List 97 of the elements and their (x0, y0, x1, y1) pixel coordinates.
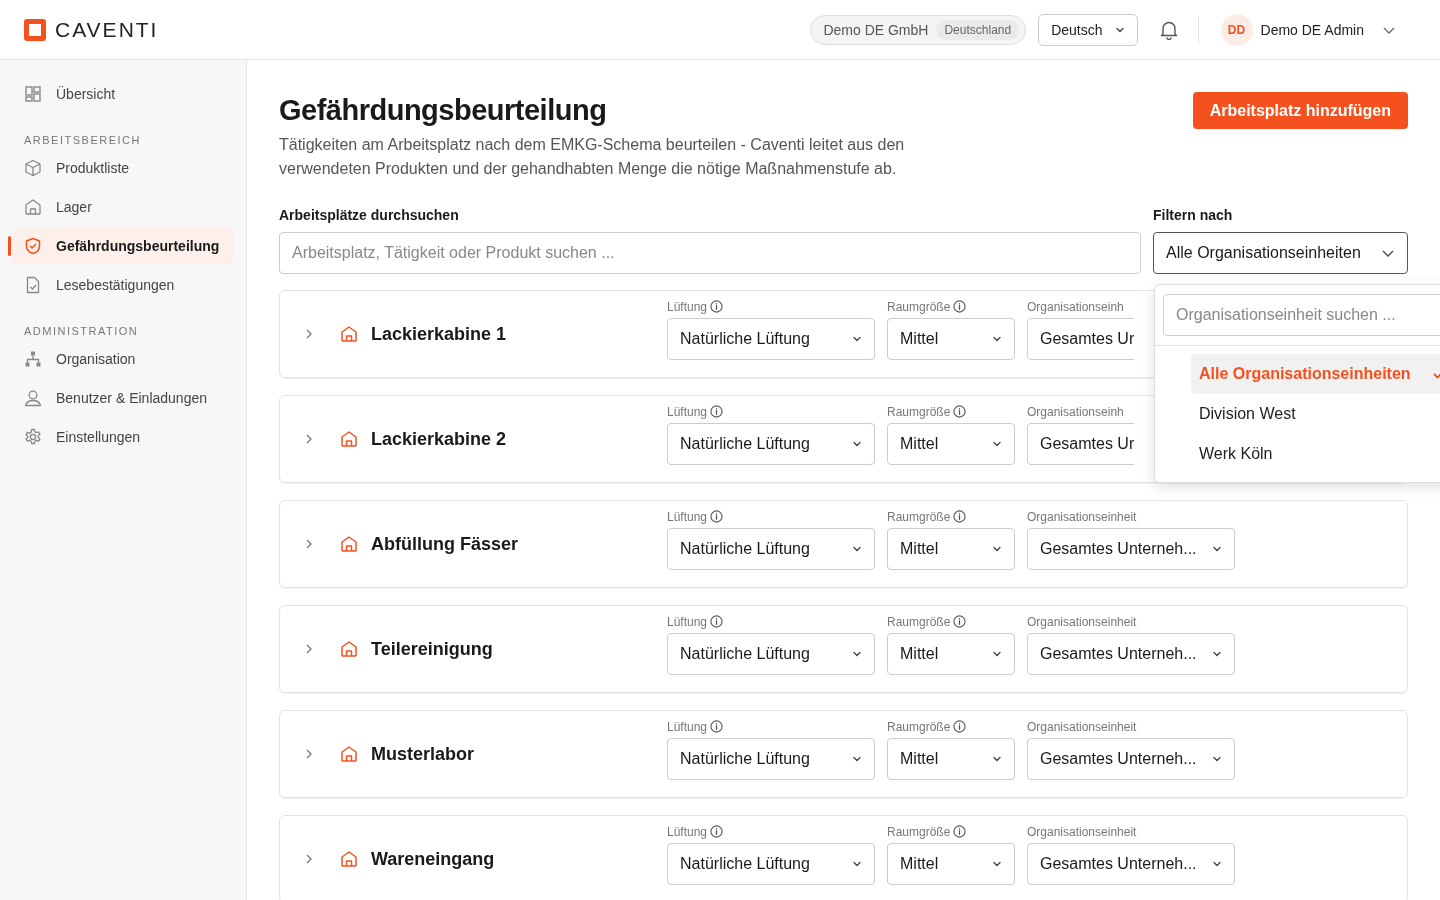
box-icon (24, 159, 42, 177)
section-title: ADMINISTRATION (23, 325, 140, 337)
sidebar-item[interactable]: Lager (12, 189, 234, 225)
workplace-card[interactable]: Musterlabor Lüftung Natürliche Lüftung Raumgröße Mittel Organisationseinheit Gesamtes Unterneh... (279, 710, 1408, 798)
field-label: Organisationseinheit (1027, 614, 1137, 629)
filter-select[interactable]: Alle Organisationseinheiten (1153, 232, 1408, 274)
ventilation-select[interactable]: Natürliche Lüftung (667, 317, 875, 360)
field-label: Raumgröße (887, 404, 951, 419)
logo-icon (24, 18, 46, 41)
page-description: Tätigkeiten am Arbeitsplatz nach dem EMKG-Schema beurteilen - Caventi leitet aus den verwendeten Produkten und der gehandhabten Menge die nötige Maßnahmenstufe ab. (279, 135, 906, 179)
ventilation-select[interactable]: Natürliche Lüftung (667, 842, 875, 885)
org-search-field[interactable]: Organisationseinheit suchen ... (1163, 294, 1440, 336)
field-label: Raumgröße (887, 614, 951, 629)
field-label: Organisationseinh (1027, 299, 1124, 314)
workplace-name: Wareneingang (371, 848, 496, 870)
avatar: DD (1220, 13, 1253, 46)
company-name: Demo DE GmbH (823, 21, 929, 38)
info-icon (953, 405, 967, 418)
field-label: Lüftung (667, 404, 708, 419)
info-icon (710, 300, 724, 313)
filter-label: Filtern nach (1153, 207, 1234, 223)
field-label: Lüftung (667, 614, 708, 629)
sidebar-item[interactable]: Lesebestätigungen (12, 267, 234, 303)
field-label: Lüftung (667, 719, 708, 734)
room-size-select[interactable]: Mittel (887, 527, 1015, 570)
building-icon (340, 850, 358, 868)
settings-icon (24, 428, 42, 446)
field-label: Organisationseinheit (1027, 509, 1137, 524)
document-icon (24, 276, 42, 294)
building-icon (340, 535, 358, 553)
company-chip[interactable]: Demo DE GmbH Deutschland (810, 14, 1027, 45)
info-icon (710, 510, 724, 523)
field-label: Organisationseinheit (1027, 824, 1137, 839)
workplace-card[interactable]: Wareneingang Lüftung Natürliche Lüftung Raumgröße Mittel Organisationseinheit Gesamtes Unterneh... (279, 815, 1408, 900)
building-icon (340, 430, 358, 448)
sidebar-item[interactable]: Einstellungen (12, 419, 234, 455)
workplace-card[interactable]: Teilereinigung Lüftung Natürliche Lüftung Raumgröße Mittel Organisationseinheit Gesamtes Unterneh... (279, 605, 1408, 693)
workplace-card[interactable]: Abfüllung Fässer Lüftung Natürliche Lüftung Raumgröße Mittel Organisationseinheit Gesamtes Unterneh... (279, 500, 1408, 588)
section-title: ARBEITSBEREICH (23, 134, 142, 146)
shield-icon (24, 237, 42, 255)
language-select[interactable]: Deutsch (1038, 13, 1138, 46)
info-icon (953, 825, 967, 838)
sidebar-item[interactable]: Benutzer & Einladungen (12, 380, 234, 416)
field-label: Raumgröße (887, 824, 951, 839)
org-unit-select[interactable]: Gesamtes Unterneh... (1027, 527, 1235, 570)
field-label: Raumgröße (887, 509, 951, 524)
logo-text: CAVENTI (55, 17, 159, 42)
dashboard-icon (24, 85, 42, 103)
org-unit-select[interactable]: Gesamtes Ur (1027, 422, 1134, 465)
building-icon (340, 325, 358, 343)
workplace-name: Lackierkabine 1 (371, 323, 508, 345)
sidebar-item[interactable]: Übersicht (12, 76, 234, 112)
page-title: Gefährdungsbeurteilung (279, 94, 608, 127)
info-icon (953, 510, 967, 523)
search-field[interactable]: Arbeitsplatz, Tätigkeit oder Produkt suchen ... (279, 232, 1141, 274)
ventilation-select[interactable]: Natürliche Lüftung (667, 422, 875, 465)
field-label: Raumgröße (887, 299, 951, 314)
org-unit-select[interactable]: Gesamtes Unterneh... (1027, 737, 1235, 780)
workplace-name: Abfüllung Fässer (371, 533, 519, 555)
info-icon (710, 405, 724, 418)
room-size-select[interactable]: Mittel (887, 842, 1015, 885)
workplace-name: Lackierkabine 2 (371, 428, 508, 450)
field-label: Lüftung (667, 299, 708, 314)
room-size-select[interactable]: Mittel (887, 632, 1015, 675)
org-unit-select[interactable]: Gesamtes Ur (1027, 317, 1134, 360)
ventilation-select[interactable]: Natürliche Lüftung (667, 737, 875, 780)
room-size-select[interactable]: Mittel (887, 737, 1015, 780)
country-tag: Deutschland (936, 19, 1020, 40)
field-label: Organisationseinh (1027, 404, 1124, 419)
info-icon (710, 825, 724, 838)
field-label: Lüftung (667, 824, 708, 839)
info-icon (710, 720, 724, 733)
info-icon (953, 720, 967, 733)
building-icon (24, 198, 42, 216)
sidebar-item[interactable]: Organisation (12, 341, 234, 377)
building-icon (340, 745, 358, 763)
search-label: Arbeitsplätze durchsuchen (279, 207, 460, 223)
field-label: Raumgröße (887, 719, 951, 734)
hierarchy-icon (24, 350, 42, 368)
bell-icon[interactable] (1159, 19, 1178, 40)
ventilation-select[interactable]: Natürliche Lüftung (667, 527, 875, 570)
org-unit-select[interactable]: Gesamtes Unterneh... (1027, 632, 1235, 675)
user-menu[interactable]: DD Demo DE Admin (1220, 13, 1396, 46)
field-label: Organisationseinheit (1027, 719, 1137, 734)
info-icon (953, 300, 967, 313)
field-label: Lüftung (667, 509, 708, 524)
room-size-select[interactable]: Mittel (887, 317, 1015, 360)
user-icon (24, 389, 42, 407)
workplace-name: Teilereinigung (371, 638, 494, 660)
info-icon (710, 615, 724, 628)
sidebar-item[interactable]: Produktliste (12, 150, 234, 186)
building-icon (340, 640, 358, 658)
ventilation-select[interactable]: Natürliche Lüftung (667, 632, 875, 675)
workplace-name: Musterlabor (371, 743, 476, 765)
info-icon (953, 615, 967, 628)
org-unit-select[interactable]: Gesamtes Unterneh... (1027, 842, 1235, 885)
room-size-select[interactable]: Mittel (887, 422, 1015, 465)
